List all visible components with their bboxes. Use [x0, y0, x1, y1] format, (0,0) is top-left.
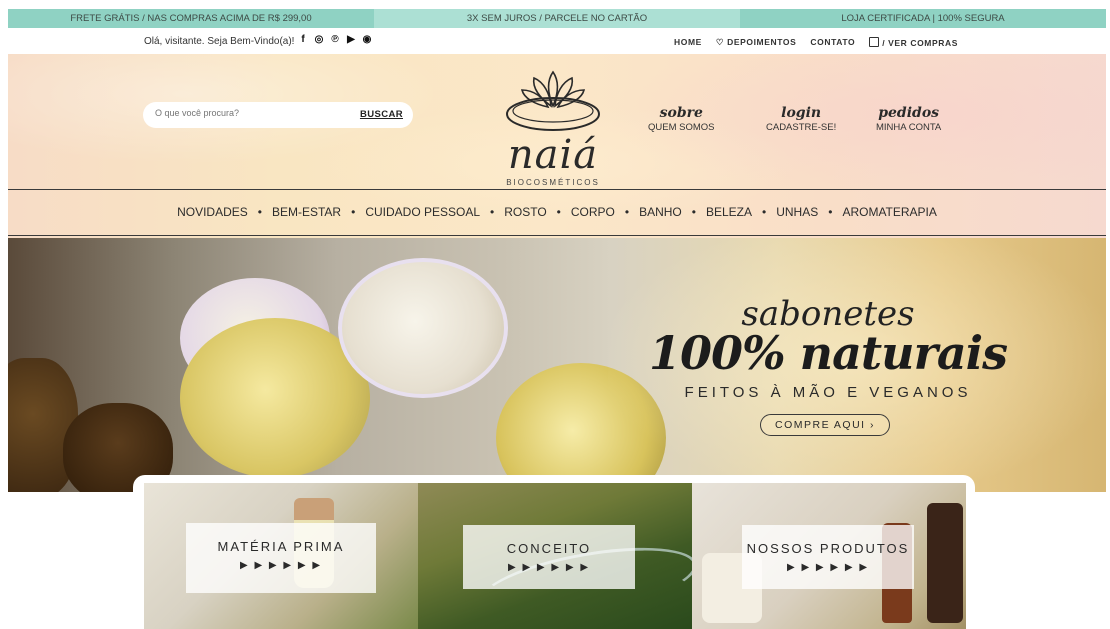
category-banho[interactable]: BANHO	[639, 205, 682, 219]
nav-separator: •	[257, 205, 262, 219]
nav-depoimentos[interactable]: ♡ DEPOIMENTOS	[716, 37, 796, 48]
nav-separator: •	[762, 205, 767, 219]
cart-icon	[869, 37, 880, 47]
nav-separator: •	[490, 205, 495, 219]
arrow-icon: ▶ ▶ ▶ ▶ ▶ ▶	[786, 562, 870, 573]
category-bem-estar[interactable]: BEM-ESTAR	[272, 205, 341, 219]
card-nossos-produtos[interactable]: NOSSOS PRODUTOS ▶ ▶ ▶ ▶ ▶ ▶	[692, 483, 966, 629]
promo-certified: LOJA CERTIFICADA | 100% SEGURA	[740, 9, 1106, 28]
card-label: MATÉRIA PRIMA ▶ ▶ ▶ ▶ ▶ ▶	[186, 523, 376, 593]
nav-separator: •	[828, 205, 833, 219]
pinterest-icon[interactable]: ℗	[330, 34, 340, 46]
search-box: BUSCAR	[143, 102, 413, 128]
nav-contato[interactable]: CONTATO	[810, 37, 855, 48]
nav-separator: •	[351, 205, 356, 219]
header-link-login-title: login	[781, 105, 822, 121]
hero-cta-button[interactable]: COMPRE AQUI ›	[760, 414, 890, 436]
card-title: MATÉRIA PRIMA	[217, 539, 345, 554]
header-link-pedidos[interactable]: pedidos MINHA CONTA	[876, 106, 941, 133]
nav-separator: •	[691, 205, 696, 219]
lotus-icon	[506, 70, 600, 131]
promo-installments: 3X SEM JUROS / PARCELE NO CARTÃO	[374, 9, 740, 28]
logo-wordmark: naiá	[507, 132, 599, 178]
category-novidades[interactable]: NOVIDADES	[177, 205, 248, 219]
card-label: NOSSOS PRODUTOS ▶ ▶ ▶ ▶ ▶ ▶	[742, 525, 914, 589]
arrow-icon: ▶ ▶ ▶ ▶ ▶ ▶	[507, 562, 591, 573]
feature-cards: MATÉRIA PRIMA ▶ ▶ ▶ ▶ ▶ ▶ CONCEITO ▶ ▶ ▶…	[133, 475, 975, 629]
nav-ver-compras-label: / VER COMPRAS	[882, 38, 958, 48]
category-beleza[interactable]: BELEZA	[706, 205, 752, 219]
hero-soap-image	[338, 258, 508, 398]
facebook-icon[interactable]: f	[298, 34, 308, 46]
card-produtos-image	[927, 503, 963, 623]
category-nav: NOVIDADES • BEM-ESTAR • CUIDADO PESSOAL …	[8, 205, 1106, 219]
card-title: NOSSOS PRODUTOS	[746, 541, 910, 556]
category-aromaterapia[interactable]: AROMATERAPIA	[842, 205, 936, 219]
card-conceito[interactable]: CONCEITO ▶ ▶ ▶ ▶ ▶ ▶	[418, 483, 692, 629]
site-logo[interactable]: naiá BIOCOSMÉTICOS	[488, 66, 618, 187]
card-materia-prima[interactable]: MATÉRIA PRIMA ▶ ▶ ▶ ▶ ▶ ▶	[144, 483, 418, 629]
search-button[interactable]: BUSCAR	[360, 109, 403, 120]
header-link-pedidos-sub: MINHA CONTA	[876, 122, 942, 133]
youtube-icon[interactable]: ▶	[346, 34, 356, 46]
heart-icon: ♡	[715, 37, 728, 47]
social-links: f ◎ ℗ ▶ ◉	[298, 34, 372, 46]
header-link-sobre-title: sobre	[659, 105, 703, 121]
hero-title-line2: 100% naturais	[648, 326, 1008, 380]
nav-separator: •	[624, 205, 630, 219]
search-input[interactable]	[155, 108, 345, 118]
header-divider-top	[8, 189, 1106, 190]
nav-separator: •	[556, 205, 561, 219]
card-title: CONCEITO	[506, 541, 592, 556]
promo-free-shipping: FRETE GRÁTIS / NAS COMPRAS ACIMA DE R$ 2…	[8, 9, 374, 28]
category-unhas[interactable]: UNHAS	[776, 205, 818, 219]
spotify-icon[interactable]: ◉	[362, 34, 372, 46]
header-divider-bottom	[8, 235, 1106, 236]
utility-bar: Olá, visitante. Seja Bem-Vindo(a)! f ◎ ℗…	[8, 28, 1106, 54]
instagram-icon[interactable]: ◎	[314, 34, 324, 46]
category-rosto[interactable]: ROSTO	[504, 205, 546, 219]
nav-depoimentos-label: DEPOIMENTOS	[727, 37, 797, 47]
card-label: CONCEITO ▶ ▶ ▶ ▶ ▶ ▶	[463, 525, 635, 589]
header-link-sobre[interactable]: sobre QUEM SOMOS	[648, 106, 715, 133]
header-link-pedidos-title: pedidos	[878, 105, 940, 121]
promo-bar: FRETE GRÁTIS / NAS COMPRAS ACIMA DE R$ 2…	[8, 9, 1106, 28]
arrow-icon: ▶ ▶ ▶ ▶ ▶ ▶	[239, 560, 323, 571]
header-link-login-sub: CADASTRE-SE!	[766, 122, 837, 133]
greeting: Olá, visitante. Seja Bem-Vindo(a)!	[144, 36, 295, 47]
logo-subtitle: BIOCOSMÉTICOS	[506, 178, 600, 187]
nav-home[interactable]: HOME	[674, 37, 702, 48]
category-cuidado-pessoal[interactable]: CUIDADO PESSOAL	[365, 205, 480, 219]
site-header: BUSCAR naiá BIOCOSMÉTICOS sobre QUEM SOM…	[8, 54, 1106, 238]
hero-subtitle: FEITOS À MÃO E VEGANOS	[684, 384, 972, 401]
header-link-sobre-sub: QUEM SOMOS	[648, 122, 715, 133]
hero-banner[interactable]: sabonetes 100% naturais FEITOS À MÃO E V…	[8, 238, 1106, 492]
top-nav: HOME ♡ DEPOIMENTOS CONTATO / VER COMPRAS	[674, 37, 958, 48]
header-link-login[interactable]: login CADASTRE-SE!	[766, 106, 836, 133]
category-corpo[interactable]: CORPO	[571, 205, 615, 219]
nav-ver-compras[interactable]: / VER COMPRAS	[869, 37, 958, 48]
